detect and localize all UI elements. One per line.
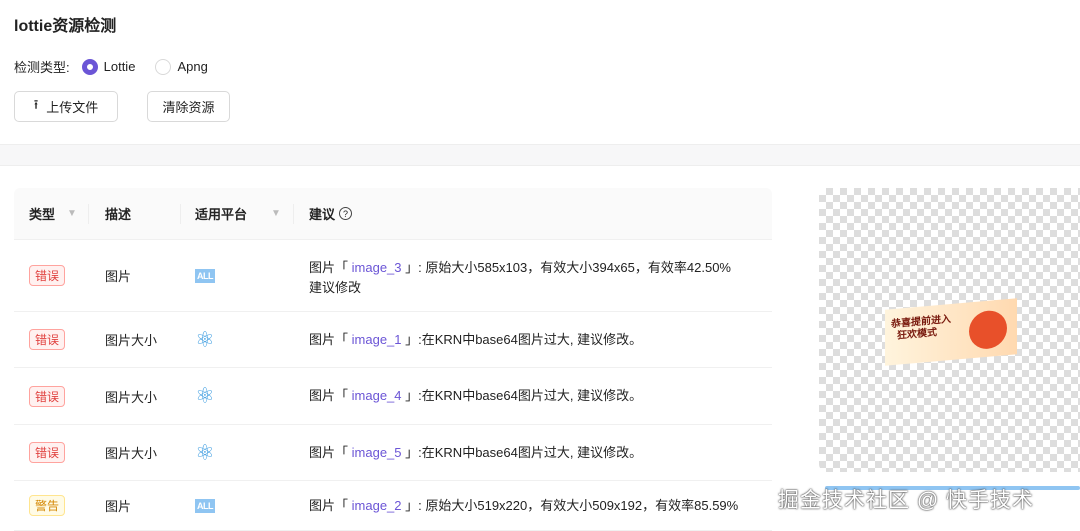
detect-type-group: 检测类型: Lottie Apng xyxy=(14,57,208,76)
advice-prefix: 图片「 xyxy=(309,331,349,347)
divider-band xyxy=(0,144,1080,166)
desc-cell: 图片大小 xyxy=(105,446,158,461)
advice-cell: 图片「 image_3 」: 原始大小585x103，有效大小394x65，有效… xyxy=(309,240,731,311)
radio-apng[interactable] xyxy=(155,58,172,75)
desc-cell: 图片 xyxy=(105,499,132,514)
table-row: 错误 图片 ALL 图片「 image_3 」: 原始大小585x103，有效大… xyxy=(14,240,772,312)
type-cell: 错误 xyxy=(29,368,66,424)
advice-suffix: 」: 原始大小519x220，有效大小509x192，有效率85.59% xyxy=(405,497,739,513)
page-title: lottie资源检测 xyxy=(14,18,117,35)
desc-cell: 图片大小 xyxy=(105,333,158,348)
status-badge: 错误 xyxy=(29,265,66,286)
table-row: 错误 图片大小 ⚛ 图片「 image_1 」:在KRN中base64图片过大,… xyxy=(14,312,772,368)
column-divider xyxy=(293,204,294,224)
advice-cell: 图片「 image_2 」: 原始大小519x220，有效大小509x192，有… xyxy=(309,481,738,530)
platform-cell: ⚛ xyxy=(195,425,215,480)
type-cell: 错误 xyxy=(29,312,66,367)
header-type: 类型 ▼ xyxy=(29,188,77,239)
advice-prefix: 图片「 xyxy=(309,497,349,513)
advice-suffix: 」: 原始大小585x103，有效大小394x65，有效率42.50% xyxy=(405,260,731,275)
header-advice-label: 建议 xyxy=(309,207,336,222)
header-type-label: 类型 xyxy=(29,207,56,222)
platform-cell: ⚛ xyxy=(195,368,215,424)
advice-suffix: 」:在KRN中base64图片过大, 建议修改。 xyxy=(405,444,643,460)
platform-cell: ⚛ xyxy=(195,312,215,367)
header-advice: 建议? xyxy=(309,188,353,239)
image-link[interactable]: image_4 xyxy=(352,388,402,403)
column-divider xyxy=(88,204,89,224)
preview-panel: 恭喜提前进入 狂欢模式 xyxy=(819,188,1080,472)
advice-cell: 图片「 image_4 」:在KRN中base64图片过大, 建议修改。 xyxy=(309,368,642,424)
radio-apng-label[interactable]: Apng xyxy=(177,59,207,74)
filter-icon[interactable]: ▼ xyxy=(271,208,281,219)
clear-resources-button[interactable]: 清除资源 xyxy=(147,91,230,122)
image-link[interactable]: image_5 xyxy=(352,445,402,460)
advice-line2: 建议修改 xyxy=(309,280,362,295)
watermark: 掘金技术社区 @ 快手技术 xyxy=(778,489,1034,512)
table-row: 错误 图片大小 ⚛ 图片「 image_4 」:在KRN中base64图片过大,… xyxy=(14,368,772,425)
header-platform: 适用平台 ▼ xyxy=(195,188,281,239)
advice-prefix: 图片「 xyxy=(309,388,349,403)
preview-banner-image: 恭喜提前进入 狂欢模式 xyxy=(885,298,1017,366)
header-desc: 描述 xyxy=(105,207,132,222)
image-link[interactable]: image_1 xyxy=(352,332,402,347)
platform-all-icon: ALL xyxy=(195,268,215,283)
upload-file-button[interactable]: ⭱ 上传文件 xyxy=(14,91,118,122)
react-icon: ⚛ xyxy=(195,383,215,408)
image-link[interactable]: image_2 xyxy=(352,498,402,513)
react-icon: ⚛ xyxy=(195,326,215,352)
table-header: 类型 ▼ 描述 适用平台 ▼ 建议? xyxy=(14,188,772,240)
upload-label: 上传文件 xyxy=(46,100,99,115)
advice-cell: 图片「 image_1 」:在KRN中base64图片过大, 建议修改。 xyxy=(309,312,642,367)
platform-cell: ALL xyxy=(195,481,215,530)
detect-type-label: 检测类型: xyxy=(14,60,70,75)
advice-suffix: 」:在KRN中base64图片过大, 建议修改。 xyxy=(405,388,643,403)
status-badge: 警告 xyxy=(29,495,66,516)
type-cell: 错误 xyxy=(29,425,66,480)
status-badge: 错误 xyxy=(29,385,66,407)
help-icon[interactable]: ? xyxy=(339,207,353,220)
type-cell: 错误 xyxy=(29,240,66,311)
advice-prefix: 图片「 xyxy=(309,444,349,460)
platform-cell: ALL xyxy=(195,240,215,311)
table-row: 警告 图片 ALL 图片「 image_2 」: 原始大小519x220，有效大… xyxy=(14,481,772,531)
column-divider xyxy=(180,204,181,224)
advice-cell: 图片「 image_5 」:在KRN中base64图片过大, 建议修改。 xyxy=(309,425,642,480)
image-link[interactable]: image_3 xyxy=(352,260,402,275)
clear-label: 清除资源 xyxy=(162,100,215,115)
upload-icon: ⭱ xyxy=(33,96,39,112)
type-cell: 警告 xyxy=(29,481,66,530)
status-badge: 错误 xyxy=(29,442,66,463)
results-table: 类型 ▼ 描述 适用平台 ▼ 建议? 错误 图片 ALL 图片「 image_3 」… xyxy=(14,188,772,531)
platform-all-icon: ALL xyxy=(195,498,215,513)
desc-cell: 图片 xyxy=(105,269,132,284)
filter-icon[interactable]: ▼ xyxy=(67,208,77,219)
advice-suffix: 」:在KRN中base64图片过大, 建议修改。 xyxy=(405,331,643,347)
radio-lottie-label[interactable]: Lottie xyxy=(104,59,136,74)
react-icon: ⚛ xyxy=(195,439,215,465)
desc-cell: 图片大小 xyxy=(105,389,158,405)
advice-prefix: 图片「 xyxy=(309,260,349,275)
table-row: 错误 图片大小 ⚛ 图片「 image_5 」:在KRN中base64图片过大,… xyxy=(14,425,772,481)
status-badge: 错误 xyxy=(29,329,66,350)
header-platform-label: 适用平台 xyxy=(195,207,248,222)
radio-lottie[interactable] xyxy=(81,58,98,75)
